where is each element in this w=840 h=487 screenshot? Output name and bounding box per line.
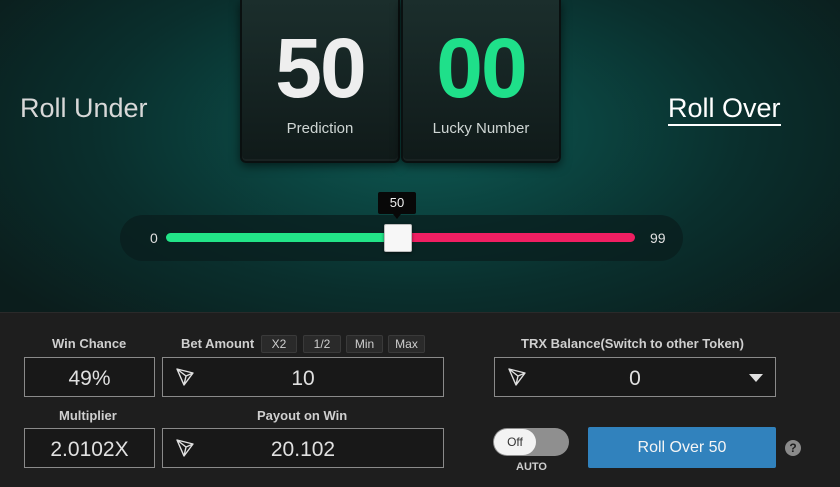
auto-toggle-state: Off: [494, 429, 536, 455]
multiplier-value: 2.0102X: [50, 438, 129, 461]
slider-min-label: 0: [150, 230, 158, 246]
bet-min-button[interactable]: Min: [346, 335, 383, 353]
prediction-card: 50 Prediction: [240, 0, 400, 163]
help-icon[interactable]: ?: [785, 440, 801, 456]
slider-value-tooltip: 50: [378, 192, 416, 219]
chevron-down-icon: [749, 374, 763, 382]
win-chance-label: Win Chance: [52, 336, 127, 351]
bet-amount-label: Bet Amount: [181, 336, 255, 351]
bet-max-button[interactable]: Max: [388, 335, 425, 353]
lucky-number-label: Lucky Number: [432, 120, 530, 137]
roll-over-tab[interactable]: Roll Over: [668, 93, 781, 126]
slider-max-label: 99: [650, 230, 666, 246]
lucky-number-card: 00 Lucky Number: [401, 0, 561, 163]
slider-under-range[interactable]: [166, 233, 400, 242]
payout-label: Payout on Win: [257, 408, 348, 423]
slider-over-range[interactable]: [398, 233, 635, 242]
multiplier-field: 2.0102X: [24, 428, 155, 468]
roll-under-tab[interactable]: Roll Under: [20, 93, 148, 124]
token-balance-select[interactable]: 0: [494, 357, 776, 397]
bet-amount-value: 10: [291, 367, 315, 390]
balance-label: TRX Balance(Switch to other Token): [521, 336, 744, 351]
win-chance-field[interactable]: 49%: [24, 357, 155, 397]
payout-field: 20.102: [162, 428, 444, 468]
game-area: 50 Prediction 00 Lucky Number Roll Under…: [0, 0, 840, 312]
win-chance-value: 49%: [68, 367, 111, 390]
prediction-value: 50: [275, 21, 366, 115]
prediction-label: Prediction: [286, 120, 354, 137]
bet-x2-button[interactable]: X2: [261, 335, 297, 353]
slider-thumb[interactable]: [384, 224, 412, 252]
roll-over-button[interactable]: Roll Over 50: [588, 427, 776, 468]
payout-value: 20.102: [270, 438, 336, 461]
bet-half-button[interactable]: 1/2: [303, 335, 341, 353]
auto-label: AUTO: [516, 461, 547, 473]
multiplier-label: Multiplier: [59, 408, 117, 423]
lucky-number-value: 00: [436, 21, 527, 115]
bet-amount-input[interactable]: 10: [162, 357, 444, 397]
auto-toggle[interactable]: Off: [493, 428, 569, 456]
balance-value: 0: [629, 367, 641, 390]
